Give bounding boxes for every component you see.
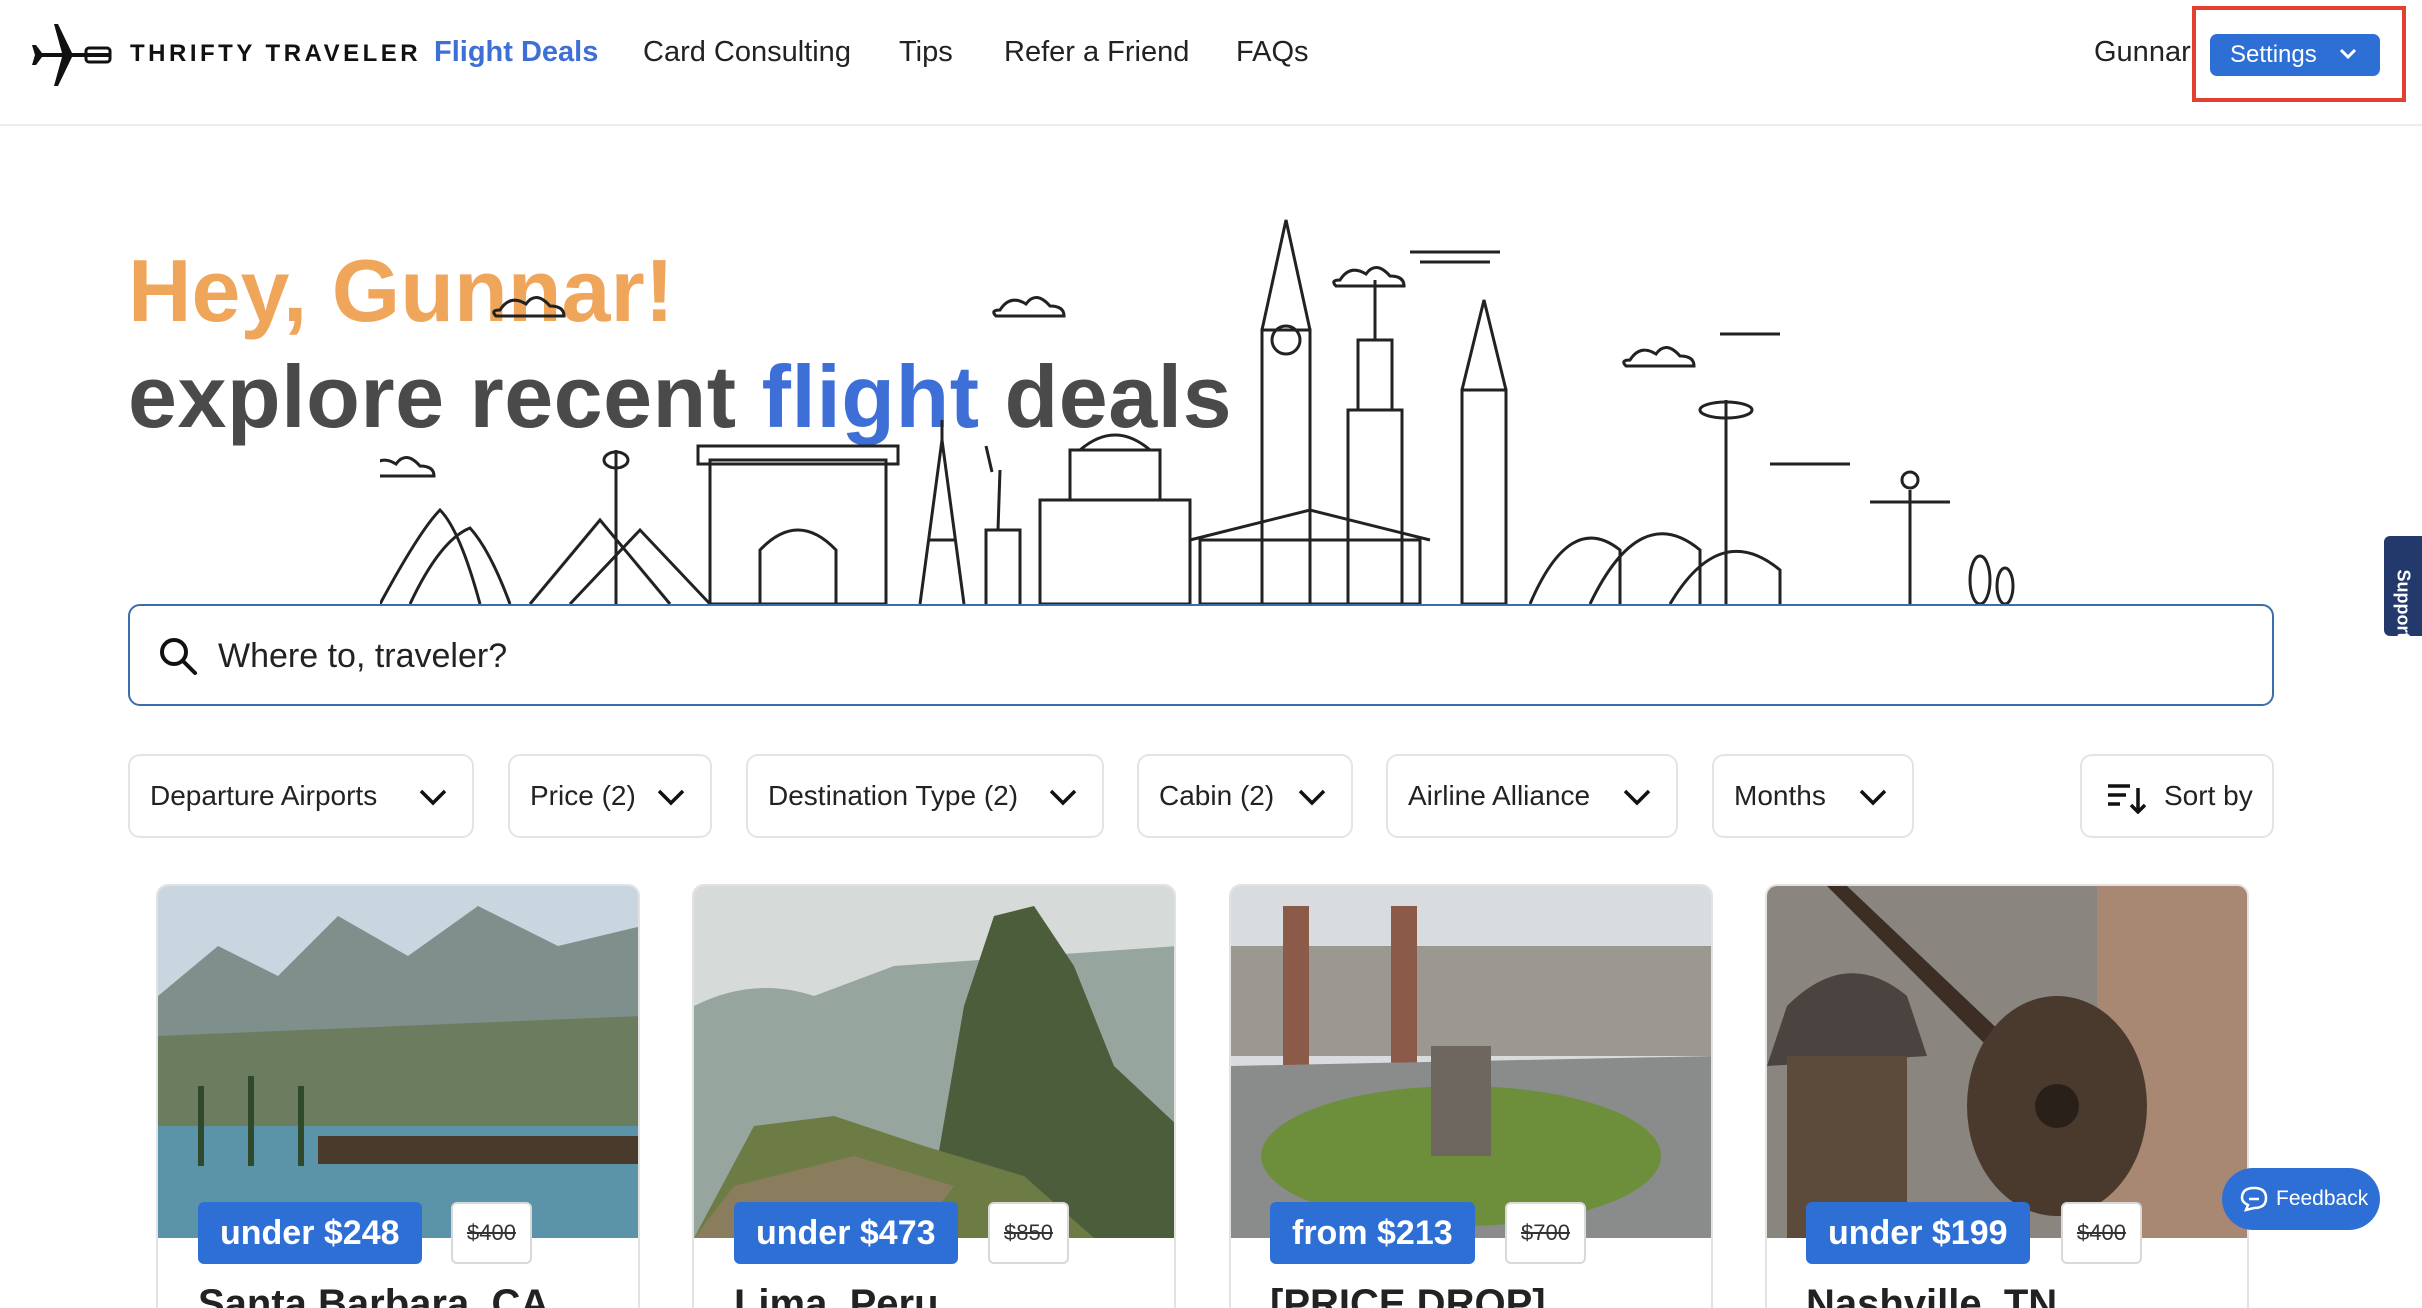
chevron-down-icon [1859, 789, 1887, 806]
support-tab[interactable]: Support [2384, 536, 2422, 639]
filter-label: Months [1734, 780, 1826, 811]
chevron-down-icon [1298, 789, 1326, 806]
deal-photo [158, 886, 638, 1238]
brand-name[interactable]: THRIFTY TRAVELER [130, 40, 421, 68]
chevron-down-icon [419, 789, 447, 806]
chevron-down-icon [2339, 48, 2357, 60]
deal-price-badge: under $473 [734, 1202, 958, 1264]
filter-airline-alliance[interactable]: Airline Alliance [1386, 754, 1678, 838]
support-label: Support [2393, 569, 2414, 639]
feedback-label: Feedback [2276, 1187, 2369, 1210]
filter-months[interactable]: Months [1712, 754, 1914, 838]
nav-flight-deals[interactable]: Flight Deals [434, 36, 598, 69]
deal-original-price: $700 [1505, 1202, 1586, 1264]
nav-tips[interactable]: Tips [899, 36, 953, 69]
destination-search-box[interactable] [128, 604, 2274, 706]
deal-price-badge: under $248 [198, 1202, 422, 1264]
deal-price-badge: under $199 [1806, 1202, 2030, 1264]
deal-original-price: $400 [451, 1202, 532, 1264]
deal-photo [1767, 886, 2247, 1238]
nav-refer-a-friend[interactable]: Refer a Friend [1004, 36, 1189, 69]
sort-label: Sort by [2164, 780, 2253, 811]
deal-title[interactable]: Nashville, TN [1806, 1282, 2057, 1308]
sort-by-button[interactable]: Sort by [2080, 754, 2274, 838]
filter-price[interactable]: Price (2) [508, 754, 712, 838]
settings-label: Settings [2230, 41, 2317, 68]
filter-departure-airports[interactable]: Departure Airports [128, 754, 474, 838]
settings-button[interactable]: Settings [2210, 34, 2380, 76]
search-icon [160, 638, 197, 675]
filter-label: Departure Airports [150, 780, 378, 811]
user-name: Gunnar [2094, 36, 2191, 68]
top-nav-bar: THRIFTY TRAVELER Flight Deals Card Consu… [0, 0, 2422, 126]
filter-label: Price (2) [530, 780, 636, 811]
deal-title[interactable]: [PRICE DROP] [1270, 1282, 1546, 1308]
nav-faqs[interactable]: FAQs [1236, 36, 1309, 69]
deal-original-price: $850 [988, 1202, 1069, 1264]
deal-photo [694, 886, 1174, 1238]
deal-title[interactable]: Lima, Peru [734, 1282, 939, 1308]
deal-original-price: $400 [2061, 1202, 2142, 1264]
nav-card-consulting[interactable]: Card Consulting [643, 36, 851, 69]
search-input[interactable] [218, 626, 2118, 686]
world-landmarks-skyline-illustration [380, 219, 2015, 606]
filter-label: Airline Alliance [1408, 780, 1591, 811]
deal-title[interactable]: Santa Barbara, CA [198, 1282, 549, 1308]
chat-bubble-icon [2240, 1186, 2268, 1212]
deal-photo [1231, 886, 1711, 1238]
filter-destination-type[interactable]: Destination Type (2) [746, 754, 1104, 838]
filter-cabin[interactable]: Cabin (2) [1137, 754, 1353, 838]
chevron-down-icon [1049, 789, 1077, 806]
plane-logo-icon[interactable] [28, 22, 112, 88]
filter-label: Cabin (2) [1159, 780, 1275, 811]
sort-icon [2108, 784, 2146, 814]
chevron-down-icon [657, 789, 685, 806]
deal-price-badge: from $213 [1270, 1202, 1475, 1264]
feedback-button[interactable]: Feedback [2222, 1168, 2380, 1230]
chevron-down-icon [1623, 789, 1651, 806]
filter-label: Destination Type (2) [768, 780, 1019, 811]
